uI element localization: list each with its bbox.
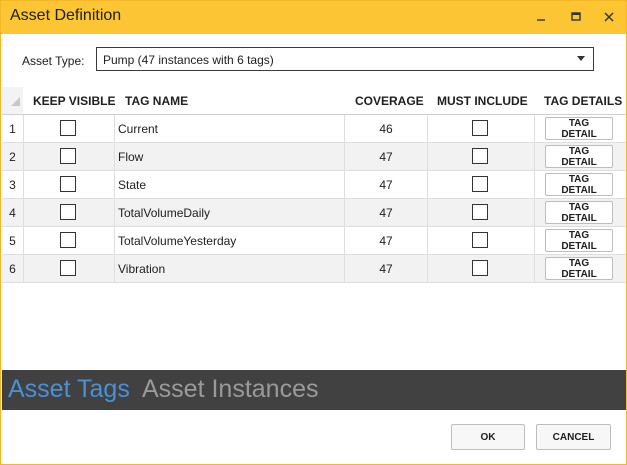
- coverage-cell: 47: [379, 262, 393, 276]
- tag-name-cell: Flow: [118, 150, 144, 164]
- table-row[interactable]: 1 Current 46 TAG DETAIL: [2, 115, 626, 143]
- cancel-button[interactable]: CANCEL: [536, 424, 611, 450]
- column-divider: [534, 255, 535, 282]
- tag-detail-button[interactable]: TAG DETAIL: [545, 117, 613, 140]
- column-divider: [534, 199, 535, 226]
- asset-type-label: Asset Type:: [22, 54, 85, 68]
- keep-visible-checkbox[interactable]: [60, 120, 76, 136]
- keep-visible-checkbox[interactable]: [60, 232, 76, 248]
- tag-name-cell: TotalVolumeDaily: [118, 206, 211, 220]
- column-divider: [114, 115, 115, 142]
- column-divider: [114, 143, 115, 170]
- coverage-cell: 46: [379, 122, 393, 136]
- header-must-include[interactable]: MUST INCLUDE: [437, 87, 528, 114]
- must-include-checkbox[interactable]: [472, 148, 488, 164]
- tab-asset-instances[interactable]: Asset Instances: [142, 375, 318, 404]
- minimize-icon[interactable]: [530, 7, 552, 27]
- column-divider: [534, 143, 535, 170]
- keep-visible-checkbox[interactable]: [60, 204, 76, 220]
- tag-detail-button[interactable]: TAG DETAIL: [545, 201, 613, 224]
- chevron-down-icon: [577, 56, 585, 61]
- ok-button[interactable]: OK: [451, 424, 525, 450]
- asset-type-dropdown[interactable]: Pump (47 instances with 6 tags): [96, 47, 594, 71]
- must-include-checkbox[interactable]: [472, 176, 488, 192]
- coverage-cell: 47: [379, 234, 393, 248]
- tag-name-cell: TotalVolumeYesterday: [118, 234, 237, 248]
- column-divider: [114, 227, 115, 254]
- table-row[interactable]: 6 Vibration 47 TAG DETAIL: [2, 255, 626, 283]
- must-include-checkbox[interactable]: [472, 260, 488, 276]
- column-divider: [114, 199, 115, 226]
- column-divider: [534, 115, 535, 142]
- asset-definition-window: Asset Definition Asset Type: Pump (47 in…: [0, 0, 627, 465]
- tag-name-cell: Vibration: [118, 262, 166, 276]
- keep-visible-checkbox[interactable]: [60, 148, 76, 164]
- column-divider: [427, 227, 428, 254]
- column-divider: [427, 115, 428, 142]
- table-row[interactable]: 4 TotalVolumeDaily 47 TAG DETAIL: [2, 199, 626, 227]
- column-divider: [23, 143, 24, 170]
- row-number: 4: [9, 205, 16, 220]
- tag-detail-button[interactable]: TAG DETAIL: [545, 145, 613, 168]
- tag-detail-button[interactable]: TAG DETAIL: [545, 257, 613, 280]
- tag-name-cell: Current: [118, 122, 159, 136]
- corner-triangle-icon: [11, 97, 20, 106]
- keep-visible-checkbox[interactable]: [60, 260, 76, 276]
- must-include-checkbox[interactable]: [472, 120, 488, 136]
- tag-detail-button[interactable]: TAG DETAIL: [545, 173, 613, 196]
- column-divider: [23, 115, 24, 142]
- column-divider: [23, 199, 24, 226]
- column-divider: [427, 255, 428, 282]
- grid-select-all-corner[interactable]: [2, 87, 23, 114]
- table-row[interactable]: 3 State 47 TAG DETAIL: [2, 171, 626, 199]
- column-divider: [114, 171, 115, 198]
- column-divider: [23, 171, 24, 198]
- maximize-icon[interactable]: [565, 7, 587, 27]
- asset-type-value: Pump (47 instances with 6 tags): [103, 53, 274, 67]
- row-number: 3: [9, 177, 16, 192]
- row-number: 2: [9, 149, 16, 164]
- coverage-cell: 47: [379, 150, 393, 164]
- coverage-cell: 47: [379, 206, 393, 220]
- column-divider: [427, 143, 428, 170]
- tab-bar: Asset Tags Asset Instances: [2, 370, 626, 410]
- row-number: 5: [9, 233, 16, 248]
- column-divider: [114, 255, 115, 282]
- column-divider: [427, 171, 428, 198]
- close-icon[interactable]: [598, 7, 620, 27]
- table-row[interactable]: 2 Flow 47 TAG DETAIL: [2, 143, 626, 171]
- window-title: Asset Definition: [10, 7, 122, 24]
- row-number: 6: [9, 261, 16, 276]
- header-keep-visible[interactable]: KEEP VISIBLE: [33, 87, 115, 114]
- tag-name-cell: State: [118, 178, 147, 192]
- tag-detail-button[interactable]: TAG DETAIL: [545, 229, 613, 252]
- title-bar[interactable]: Asset Definition: [1, 1, 626, 34]
- keep-visible-checkbox[interactable]: [60, 176, 76, 192]
- column-divider: [534, 227, 535, 254]
- column-divider: [534, 171, 535, 198]
- must-include-checkbox[interactable]: [472, 232, 488, 248]
- header-coverage[interactable]: COVERAGE: [355, 87, 424, 114]
- column-divider: [23, 227, 24, 254]
- column-divider: [427, 199, 428, 226]
- header-tag-name[interactable]: TAG NAME: [125, 87, 188, 114]
- tab-asset-tags[interactable]: Asset Tags: [8, 375, 130, 404]
- must-include-checkbox[interactable]: [472, 204, 488, 220]
- coverage-cell: 47: [379, 178, 393, 192]
- row-number: 1: [9, 121, 16, 136]
- header-tag-details[interactable]: TAG DETAILS: [544, 87, 622, 114]
- table-row[interactable]: 5 TotalVolumeYesterday 47 TAG DETAIL: [2, 227, 626, 255]
- column-divider: [23, 255, 24, 282]
